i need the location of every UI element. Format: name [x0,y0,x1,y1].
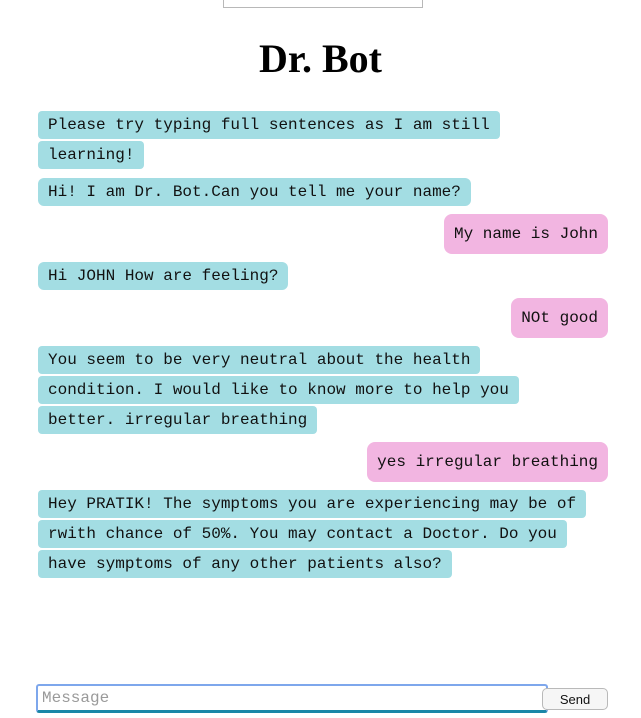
chat-message-bot: You seem to be very neutral about the he… [38,345,608,435]
message-composer: Send [36,684,608,713]
message-text: yes irregular breathing [367,442,608,482]
message-text: Hi JOHN How are feeling? [38,262,289,290]
chat-message-user: NOt good [38,298,608,338]
message-text: You seem to be very neutral about the he… [38,346,519,434]
message-text: Hi! I am Dr. Bot.Can you tell me your na… [38,178,471,206]
message-text: Please try typing full sentences as I am… [38,111,500,169]
chat-log: Please try typing full sentences as I am… [38,110,608,586]
message-input[interactable] [36,684,548,713]
chat-message-bot: Hey PRATIK! The symptoms you are experie… [38,489,608,579]
chat-message-bot: Hi! I am Dr. Bot.Can you tell me your na… [38,177,608,207]
message-text: NOt good [511,298,608,338]
top-input-box[interactable] [223,0,423,8]
message-text: My name is John [443,214,608,254]
message-text: Hey PRATIK! The symptoms you are experie… [38,490,587,578]
chat-message-bot: Hi JOHN How are feeling? [38,261,608,291]
chat-message-user: yes irregular breathing [38,442,608,482]
send-button[interactable]: Send [542,688,608,710]
chat-message-user: My name is John [38,214,608,254]
chat-message-bot: Please try typing full sentences as I am… [38,110,608,170]
page-title: Dr. Bot [259,35,382,81]
